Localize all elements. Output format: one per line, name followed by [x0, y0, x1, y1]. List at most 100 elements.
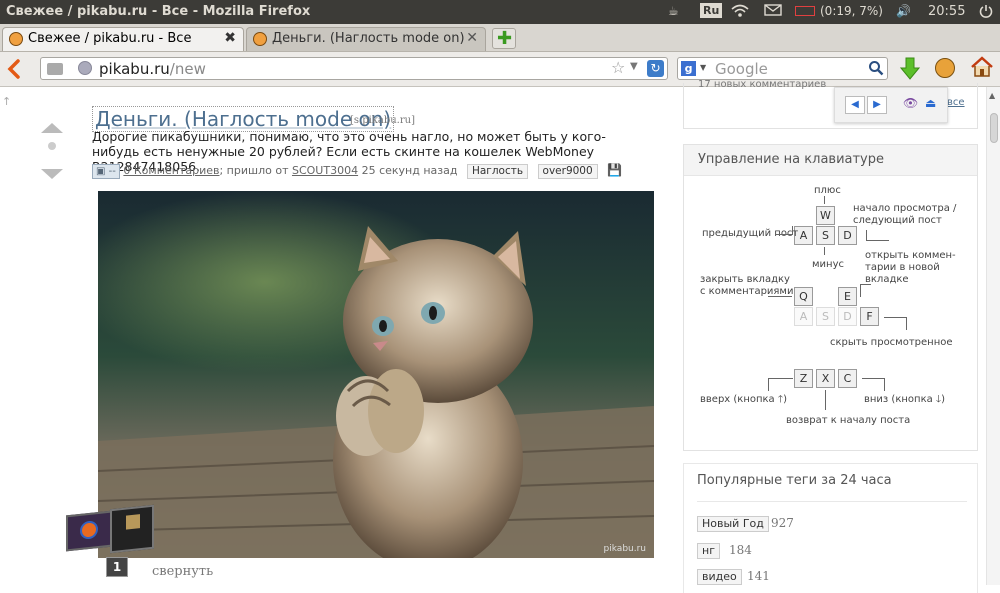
pointer-line — [866, 230, 889, 241]
tab-svezhee[interactable]: Свежее / pikabu.ru - Все ✖ — [2, 27, 244, 51]
scrollbar[interactable]: ▲ — [986, 87, 1000, 585]
post-navigator-widget: ◀ ▶ 👁 ⏏ — [834, 87, 948, 123]
label-close-tab-1: закрыть вкладку — [700, 274, 790, 285]
next-post-icon[interactable]: ▶ — [867, 96, 887, 114]
divider — [697, 501, 967, 502]
popular-tag-1[interactable]: Новый Год — [697, 516, 769, 532]
post-meta: ▣ -- 0 Комментариев; пришло от SCOUT3004… — [92, 163, 622, 179]
bookmark-star-icon[interactable]: ☆ — [611, 58, 625, 77]
url-host: pikabu.ru — [99, 60, 170, 78]
hide-viewed-eye-icon[interactable]: 👁 — [903, 96, 918, 110]
url-text[interactable]: pikabu.ru/new — [99, 60, 206, 78]
key-c: C — [838, 369, 857, 388]
app-icon — [126, 514, 140, 530]
comment-icon: ▣ — [96, 166, 106, 177]
key-e: E — [838, 287, 857, 306]
search-input[interactable]: Google — [715, 60, 768, 78]
tag-naglost[interactable]: Наглость — [466, 164, 529, 179]
label-open-comments-2: тарии в новой — [865, 262, 940, 273]
all-link[interactable]: все — [947, 97, 965, 108]
mail-icon[interactable] — [764, 4, 782, 19]
window-count-badge: 1 — [106, 557, 128, 577]
scrollbar-thumb[interactable] — [990, 113, 998, 143]
comment-badge[interactable]: ▣ -- — [92, 164, 120, 179]
image-watermark: pikabu.ru — [604, 544, 646, 554]
key-w: W — [816, 206, 835, 225]
keyboard-layout-indicator[interactable]: Ru — [700, 3, 723, 18]
wifi-icon[interactable] — [731, 4, 749, 21]
firefox-icon — [80, 520, 98, 540]
pointer-line — [884, 317, 907, 330]
url-bar[interactable]: pikabu.ru/new ☆ ▼ ↻ — [40, 57, 668, 80]
prev-post-icon[interactable]: ◀ — [845, 96, 865, 114]
firefox-window-thumb — [66, 510, 112, 552]
key-d-dim: D — [838, 307, 857, 326]
vote-down-icon[interactable] — [40, 165, 64, 184]
dropdown-arrow-icon[interactable]: ▼ — [630, 61, 638, 72]
post-source[interactable]: [s.pikabu.ru] — [350, 115, 415, 126]
power-icon[interactable] — [979, 4, 993, 21]
engine-dropdown-icon[interactable]: ▼ — [700, 63, 706, 72]
label-minus: минус — [812, 259, 844, 270]
coffee-icon[interactable]: ☕ — [668, 4, 679, 18]
battery-icon[interactable] — [795, 6, 815, 16]
keyboard-help-title: Управление на клавиатуре — [684, 145, 977, 176]
new-tab-button[interactable]: ✚ — [492, 28, 516, 49]
download-arrow-icon[interactable] — [899, 57, 921, 85]
search-bar[interactable]: g ▼ Google — [677, 57, 888, 80]
collapse-link[interactable]: свернуть — [152, 564, 213, 579]
popular-tag-1-count: 927 — [771, 516, 794, 530]
label-back-to-start: возврат к началу поста — [786, 415, 911, 426]
scroll-top-icon[interactable]: ⏏ — [925, 96, 936, 110]
key-q: Q — [794, 287, 813, 306]
pointer-line — [860, 284, 871, 297]
popular-tag-2[interactable]: нг — [697, 543, 720, 559]
pointer-line — [862, 378, 885, 391]
vote-up-icon[interactable] — [40, 119, 64, 138]
tab-dengi[interactable]: Деньги. (Наглость mode on) ✕ — [246, 27, 486, 51]
battery-status: (0:19, 7%) — [820, 4, 883, 18]
google-engine-icon[interactable]: g — [681, 61, 696, 76]
close-tab-icon[interactable]: ✖ — [224, 30, 236, 46]
popular-tag-2-count: 184 — [729, 543, 752, 557]
home-icon[interactable] — [970, 55, 994, 83]
pikabu-favicon-icon — [9, 32, 23, 46]
pointer-line — [824, 247, 825, 255]
magnifier-icon[interactable] — [868, 60, 884, 80]
post-time: 25 секунд назад — [361, 164, 458, 177]
comments-link[interactable]: 0 Комментариев — [123, 164, 219, 177]
label-down: вниз (кнопка 🡓) — [864, 394, 946, 405]
label-open-comments-1: открыть коммен- — [865, 250, 956, 261]
popular-tag-3[interactable]: видео — [697, 569, 742, 585]
identity-icon[interactable] — [47, 63, 63, 75]
window-title: Свежее / pikabu.ru - Все - Mozilla Firef… — [6, 4, 311, 19]
key-f: F — [860, 307, 879, 326]
volume-icon[interactable]: 🔊 — [896, 4, 911, 18]
label-hide-viewed: скрыть просмотренное — [830, 337, 953, 348]
pikabu-addon-icon[interactable] — [935, 58, 955, 78]
url-path: /new — [169, 60, 206, 78]
author-link[interactable]: SCOUT3004 — [292, 164, 358, 177]
pointer-line — [824, 196, 825, 204]
key-z: Z — [794, 369, 813, 388]
arrow-down-icon: 🡓 — [935, 394, 942, 405]
clock[interactable]: 20:55 — [928, 4, 965, 19]
window-switcher-thumbnail[interactable]: 1 — [66, 504, 154, 577]
page-content: ↑ Деньги. (Наглость mode on) [s.pikabu.r… — [0, 79, 1000, 593]
navigation-bar: pikabu.ru/new ☆ ▼ ↻ g ▼ Google — [0, 52, 1000, 87]
pikabu-favicon-icon — [253, 32, 267, 46]
post-image[interactable]: pikabu.ru — [98, 191, 654, 558]
scroll-up-arrow-icon[interactable]: ↑ — [2, 95, 11, 108]
arrow-up-icon: 🡑 — [777, 394, 784, 405]
reload-icon[interactable]: ↻ — [647, 60, 664, 77]
label-up: вверх (кнопка 🡑) — [700, 394, 787, 405]
pointer-line — [776, 226, 793, 235]
pointer-line — [768, 296, 792, 297]
scroll-up-icon[interactable]: ▲ — [989, 91, 995, 100]
tab-label: Свежее / pikabu.ru - Все — [28, 31, 192, 46]
window-thumb-2 — [110, 504, 154, 554]
tag-over9000[interactable]: over9000 — [537, 164, 598, 179]
close-tab-icon[interactable]: ✕ — [466, 30, 478, 46]
save-icon[interactable]: 💾 — [607, 163, 622, 177]
back-button[interactable] — [6, 58, 28, 80]
